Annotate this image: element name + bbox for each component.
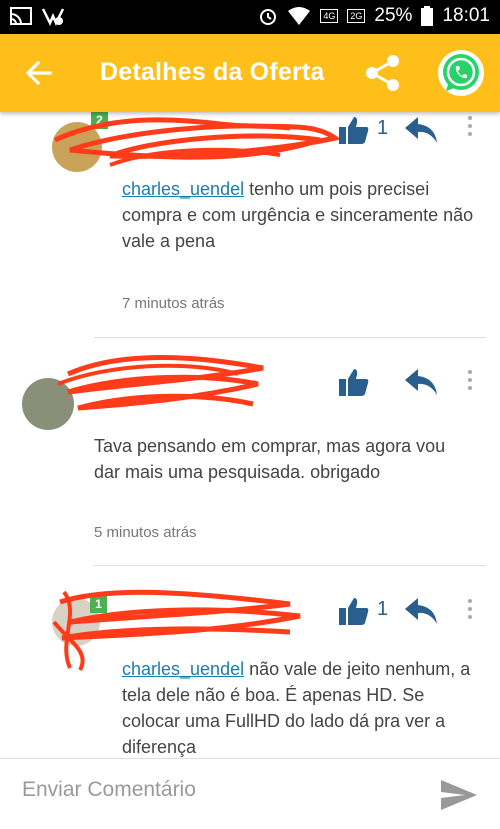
more-vert-icon[interactable] <box>467 116 473 140</box>
redacted-username <box>53 117 340 167</box>
redacted-username <box>57 354 264 411</box>
comment-list[interactable]: 2 1 charles_uendel tenho um pois precise… <box>0 112 500 758</box>
status-bar: 4G 2G 25% 18:01 <box>0 0 500 34</box>
thumbs-up-icon[interactable] <box>338 596 370 626</box>
share-icon[interactable] <box>364 54 402 92</box>
comment-item: 1 1 charles_uendel não vale de jeito nen… <box>0 568 500 758</box>
user-mention-link[interactable]: charles_uendel <box>122 659 244 679</box>
more-vert-icon[interactable] <box>467 370 473 394</box>
app-bar: Detalhes da Oferta <box>0 34 500 112</box>
comment-text: Tava pensando em comprar, mas agora vou … <box>94 436 446 482</box>
comment-timestamp: 7 minutos atrás <box>122 295 225 312</box>
thumbs-up-icon[interactable] <box>338 115 370 145</box>
page-title: Detalhes da Oferta <box>100 58 325 86</box>
user-mention-link[interactable]: charles_uendel <box>122 179 244 199</box>
like-count: 1 <box>377 598 389 620</box>
reply-icon[interactable] <box>404 596 438 626</box>
cast-icon <box>10 7 32 25</box>
divider <box>94 337 486 338</box>
thumbs-up-icon[interactable] <box>338 367 370 397</box>
comment-composer <box>0 758 500 829</box>
reply-icon[interactable] <box>404 367 438 397</box>
signal-4g-icon: 4G <box>320 9 339 23</box>
comment-item: Tava pensando em comprar, mas agora vou … <box>0 340 500 570</box>
data-saver-icon <box>41 8 65 26</box>
whatsapp-icon[interactable] <box>437 49 485 97</box>
comment-timestamp: 5 minutos atrás <box>94 524 197 541</box>
comment-item: 2 1 charles_uendel tenho um pois precise… <box>0 112 500 342</box>
alarm-icon <box>260 9 277 25</box>
more-vert-icon[interactable] <box>467 599 473 623</box>
back-arrow-icon[interactable] <box>24 58 54 88</box>
send-icon[interactable] <box>440 779 478 811</box>
like-count: 1 <box>377 117 389 139</box>
clock: 18:01 <box>442 5 490 26</box>
battery-percent: 25% <box>374 5 413 26</box>
comment-text: charles_uendel não vale de jeito nenhum,… <box>122 659 471 757</box>
comment-input[interactable] <box>20 769 404 811</box>
divider <box>94 565 486 566</box>
reply-icon[interactable] <box>404 115 438 145</box>
wifi-icon <box>288 7 311 25</box>
battery-icon <box>421 6 434 26</box>
comment-text: charles_uendel tenho um pois precisei co… <box>122 179 474 251</box>
signal-2g-icon: 2G <box>347 9 366 23</box>
